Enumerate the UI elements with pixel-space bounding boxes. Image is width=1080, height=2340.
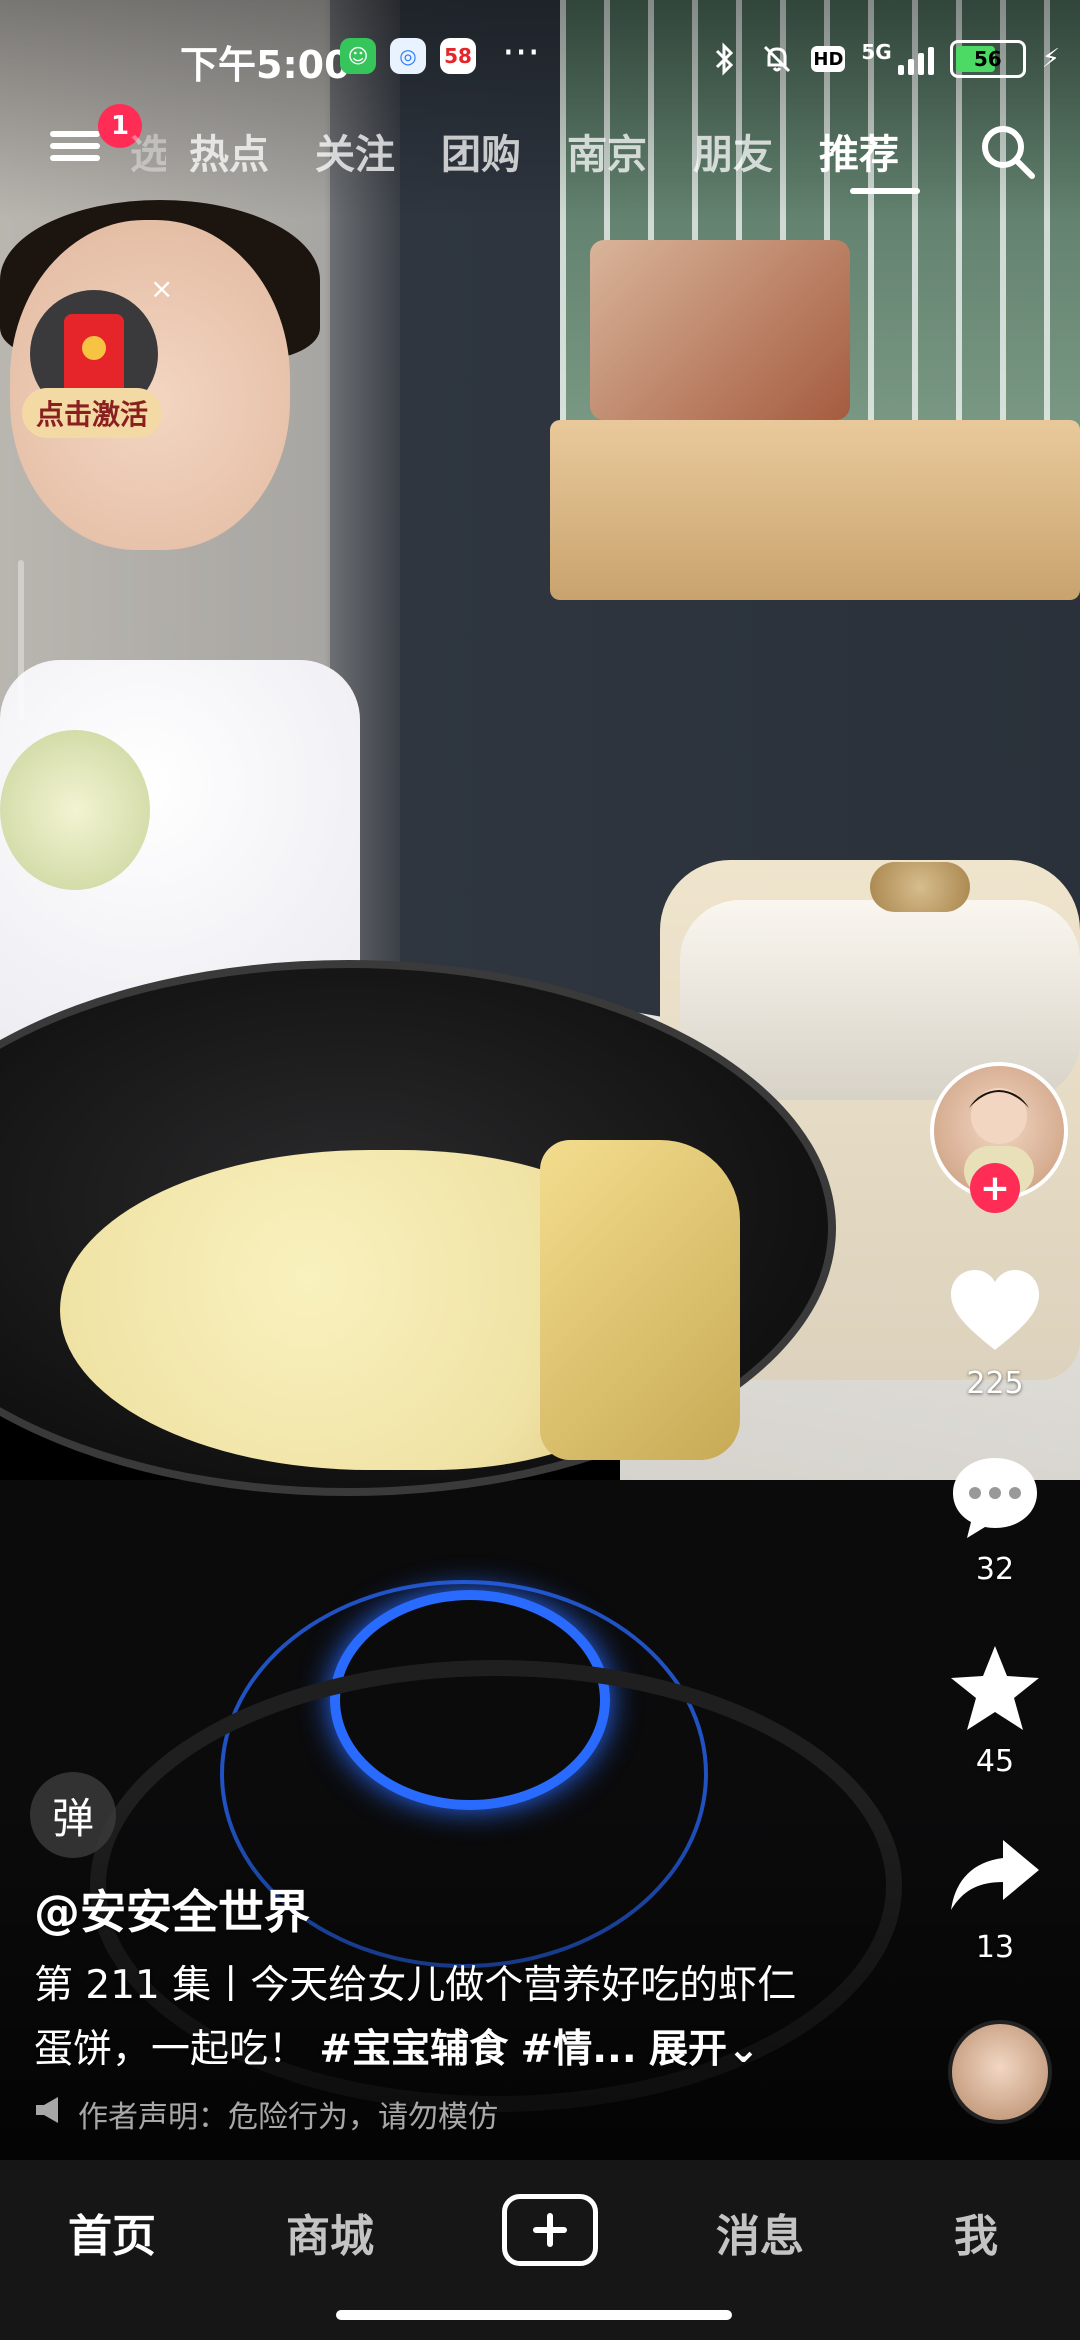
favorite-button[interactable]: 45 <box>940 1640 1050 1779</box>
chevron-down-icon: ⌄ <box>727 2027 760 2072</box>
hashtag-truncated[interactable]: #情... <box>521 2027 637 2072</box>
tab-friends[interactable]: 朋友 <box>670 122 796 180</box>
disclaimer-text: 作者声明：危险行为，请勿模仿 <box>78 2100 498 2135</box>
red-packet-label[interactable]: 点击激活 <box>22 388 162 438</box>
search-icon[interactable] <box>976 120 1040 184</box>
nav-me[interactable]: 我 <box>896 2200 1056 2264</box>
blue-app-icon: ◎ <box>390 38 426 74</box>
comment-count: 32 <box>975 1552 1015 1587</box>
red-packet-widget[interactable]: 点击激活 <box>22 290 172 450</box>
share-count: 13 <box>975 1930 1015 1965</box>
status-more-icon: ··· <box>502 30 541 76</box>
caption-line-2: 蛋饼，一起吃！ #宝宝辅食 #情... 展开⌄ <box>34 2018 834 2082</box>
battery-percent: 56 <box>973 47 1002 71</box>
caption-line-2-text: 蛋饼，一起吃！ <box>34 2027 308 2072</box>
favorite-count: 45 <box>975 1744 1015 1779</box>
tab-featured[interactable]: 选 <box>130 122 166 180</box>
heart-icon <box>945 1262 1045 1362</box>
create-button[interactable] <box>502 2194 598 2266</box>
follow-button[interactable]: + <box>970 1163 1020 1213</box>
menu-icon[interactable] <box>50 125 100 167</box>
network-label: 5G <box>861 40 892 64</box>
home-indicator[interactable] <box>336 2310 732 2320</box>
tab-group-buy[interactable]: 团购 <box>418 122 544 180</box>
charging-icon: ⚡ <box>1041 44 1060 74</box>
battery-icon: 56 <box>949 40 1026 78</box>
author-disclaimer: 作者声明：危险行为，请勿模仿 <box>34 2092 498 2136</box>
share-icon <box>945 1826 1045 1926</box>
side-handle[interactable] <box>18 560 24 720</box>
tab-hot[interactable]: 热点 <box>166 122 292 180</box>
like-button[interactable]: 225 <box>940 1262 1050 1401</box>
tab-recommend[interactable]: 推荐 <box>796 122 922 180</box>
mute-bell-icon <box>759 41 795 77</box>
caption-line-1: 第 211 集丨今天给女儿做个营养好吃的虾仁 <box>34 1963 797 2008</box>
58-app-icon: 58 <box>440 38 476 74</box>
nav-home[interactable]: 首页 <box>32 2200 192 2264</box>
music-disc-avatar[interactable] <box>948 2020 1052 2124</box>
tab-nanjing[interactable]: 南京 <box>544 122 670 180</box>
nav-messages[interactable]: 消息 <box>680 2200 840 2264</box>
close-icon[interactable]: × <box>150 272 173 305</box>
tab-following[interactable]: 关注 <box>292 122 418 180</box>
nav-mall[interactable]: 商城 <box>250 2200 410 2264</box>
plus-icon <box>533 2213 567 2247</box>
video-caption[interactable]: 第 211 集丨今天给女儿做个营养好吃的虾仁 蛋饼，一起吃！ #宝宝辅食 #情.… <box>34 1954 834 2082</box>
comment-button[interactable]: 32 <box>940 1448 1050 1587</box>
comment-icon <box>945 1448 1045 1548</box>
hd-icon: HD <box>811 46 846 72</box>
megaphone-icon <box>34 2095 66 2133</box>
author-name[interactable]: @安安全世界 <box>34 1876 310 1942</box>
signal-icon <box>897 43 934 75</box>
bluetooth-icon <box>707 41 743 77</box>
status-right-group: HD 5G 56 ⚡ <box>707 40 1060 78</box>
expand-label: 展开 <box>649 2027 728 2072</box>
active-tab-indicator <box>850 188 920 194</box>
status-time: 下午5:00 <box>180 43 351 87</box>
share-button[interactable]: 13 <box>940 1826 1050 1965</box>
top-tabs: 选 热点 关注 团购 南京 朋友 推荐 <box>130 122 922 180</box>
status-app-icons: ☺ ◎ 58 <box>340 38 476 74</box>
hashtag-baby-food[interactable]: #宝宝辅食 <box>319 2027 508 2072</box>
expand-button[interactable]: 展开⌄ <box>649 2027 760 2072</box>
status-bar: 下午5:00 ☺ ◎ 58 ··· HD 5G 56 ⚡ <box>0 0 1080 120</box>
star-icon <box>945 1640 1045 1740</box>
like-count: 225 <box>966 1366 1024 1401</box>
danmu-toggle-button[interactable]: 弹 <box>30 1772 116 1858</box>
green-app-icon: ☺ <box>340 38 376 74</box>
